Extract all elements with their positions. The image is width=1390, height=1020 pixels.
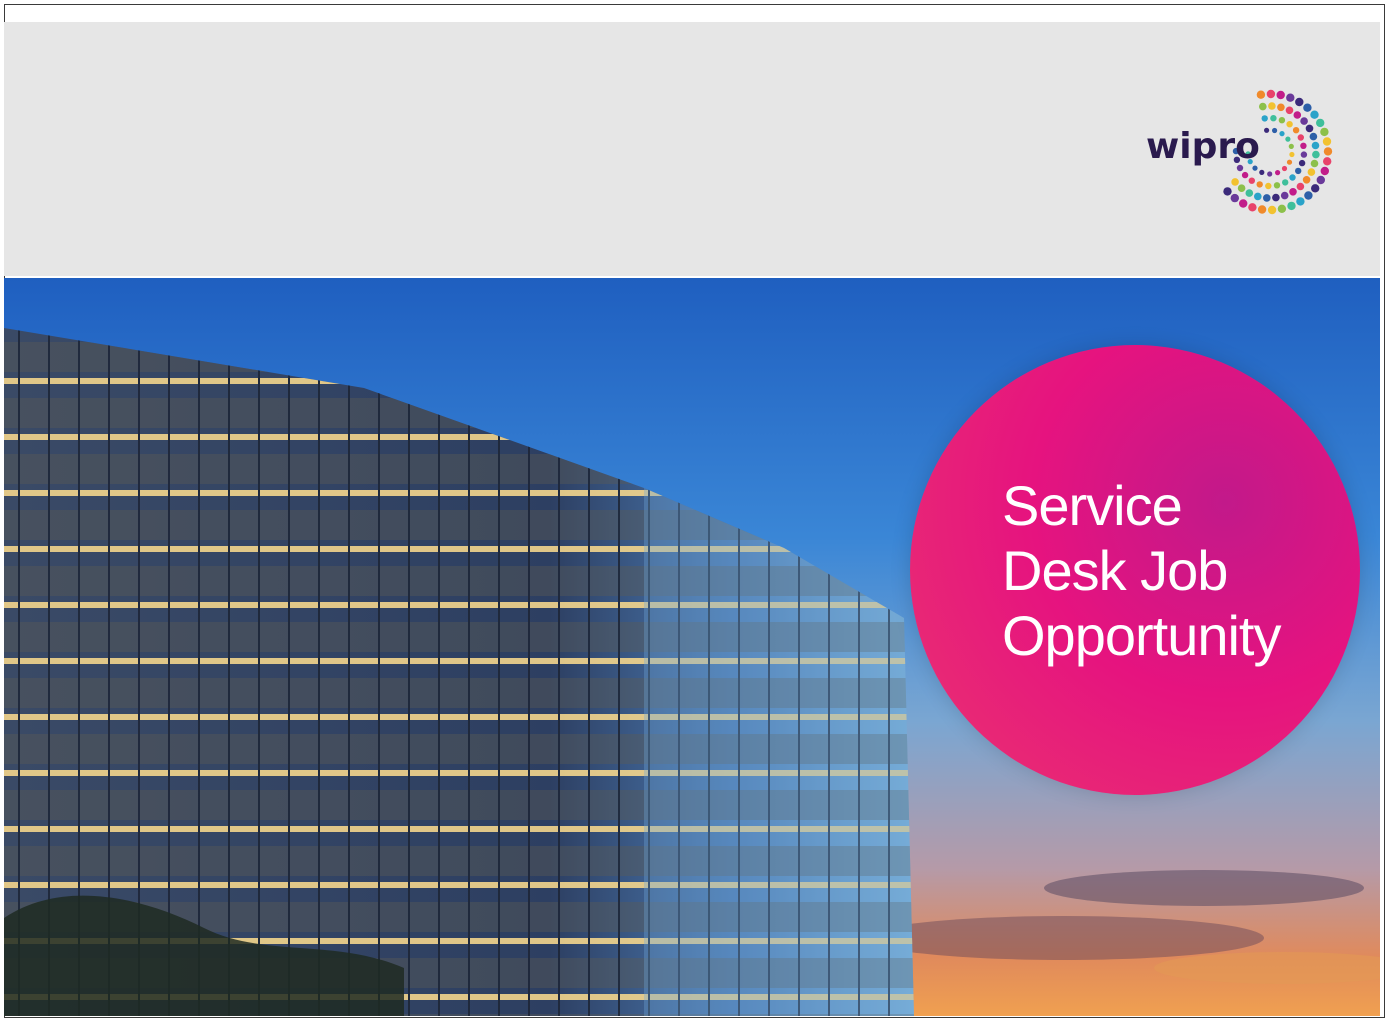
building-photo: Service Desk Job Opportunity (4, 278, 1380, 1016)
logo-text: wipro (1146, 126, 1260, 167)
promo-line-2: Desk Job (1002, 539, 1228, 602)
wipro-logo: wipro (1140, 74, 1340, 224)
promo-line-1: Service (1002, 474, 1183, 537)
promo-circle: Service Desk Job Opportunity (910, 345, 1360, 795)
promo-line-3: Opportunity (1002, 604, 1281, 667)
promo-title: Service Desk Job Opportunity (1002, 473, 1281, 668)
